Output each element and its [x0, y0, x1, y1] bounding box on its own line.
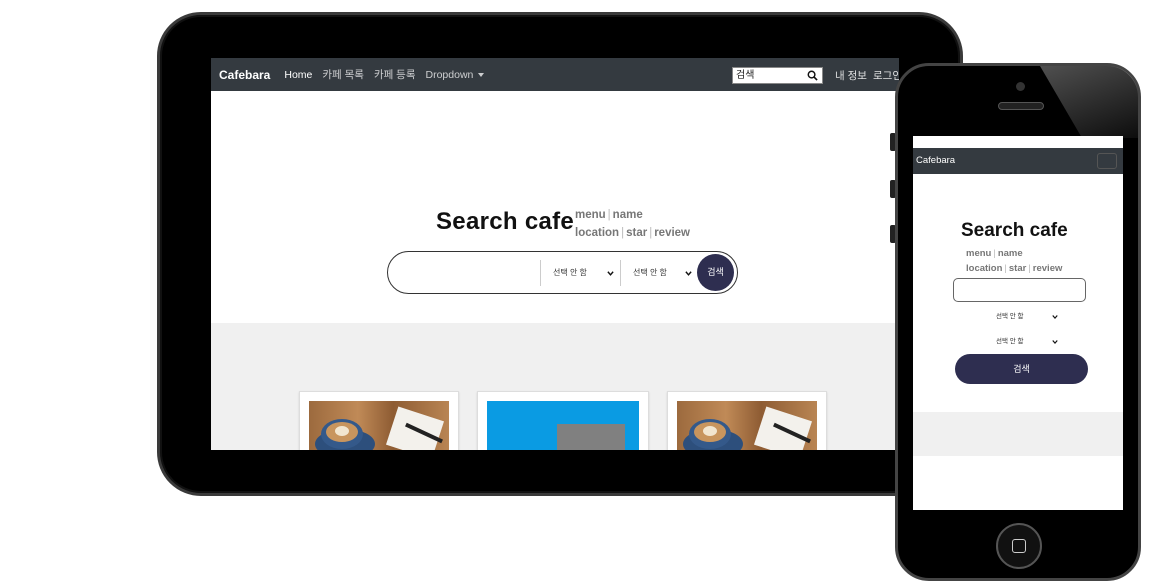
hint-review: review [654, 227, 691, 239]
hint-location: location [966, 263, 1003, 274]
cafe-card[interactable] [667, 391, 827, 450]
phone-speaker [998, 102, 1044, 110]
select-2-value: 선택 안 함 [996, 338, 1024, 345]
select-1-value: 선택 안 함 [996, 313, 1024, 320]
search-hint-line2: location | star | review [575, 227, 691, 239]
phone-home-button [996, 523, 1042, 569]
tablet-screen: Cafebara Home 카페 목록 카페 등록 Dropdown 검색 내 … [211, 58, 899, 450]
nav-link-cafe-register[interactable]: 카페 등록 [374, 67, 416, 82]
navbar: Cafebara Home 카페 목록 카페 등록 Dropdown 검색 내 … [211, 58, 899, 91]
chevron-down-icon [1052, 340, 1058, 345]
mobile-cafe-list-section [913, 412, 1123, 456]
hint-star: star [1008, 263, 1027, 274]
hint-menu: menu [575, 209, 606, 221]
hint-name: name [612, 209, 643, 221]
brand-logo[interactable]: Cafebara [219, 68, 270, 82]
mobile-brand-logo[interactable]: Cafebara [916, 155, 955, 166]
nav-search-value: 검색 [736, 70, 755, 81]
search-select-1[interactable]: 선택 안 함 [540, 260, 620, 286]
mobile-navbar: Cafebara [913, 148, 1123, 174]
hint-name: name [997, 248, 1023, 259]
nav-dropdown-label: Dropdown [425, 68, 474, 81]
nav-link-home[interactable]: Home [284, 69, 312, 81]
caret-down-icon [478, 72, 485, 77]
mobile-search-select-1[interactable]: 선택 안 함 [996, 310, 1066, 324]
search-select-2[interactable]: 선택 안 함 [620, 260, 698, 286]
search-bar[interactable]: 선택 안 함 선택 안 함 검색 [387, 251, 738, 294]
chevron-down-icon [1052, 315, 1058, 320]
hero-title: Search cafe [436, 208, 575, 235]
hint-location: location [575, 227, 620, 239]
hint-star: star [626, 227, 648, 239]
chevron-down-icon [607, 271, 614, 276]
mobile-hero-title: Search cafe [961, 220, 1068, 241]
coffee-photo [677, 401, 817, 450]
nav-link-login[interactable]: 로그인 [873, 68, 899, 83]
nav-dropdown[interactable]: Dropdown [426, 69, 485, 81]
select-2-value: 선택 안 함 [633, 268, 667, 277]
select-1-value: 선택 안 함 [553, 268, 587, 277]
search-submit-button[interactable]: 검색 [697, 254, 734, 291]
coffee-photo [309, 401, 449, 450]
mobile-search-hint-line2: location | star | review [966, 263, 1063, 274]
phone-screen: Cafebara Search cafe menu | name location |… [913, 136, 1123, 510]
mobile-search-hint-line1: menu | name [966, 248, 1023, 259]
nav-link-my-info[interactable]: 내 정보 [835, 68, 867, 83]
mobile-search-input[interactable] [953, 278, 1086, 302]
placeholder-image [487, 401, 639, 450]
phone-camera [1016, 82, 1025, 91]
mobile-search-submit-button[interactable]: 검색 [955, 354, 1088, 384]
nav-link-cafe-list[interactable]: 카페 목록 [322, 67, 364, 82]
hint-menu: menu [966, 248, 992, 259]
chevron-down-icon [685, 271, 692, 276]
mobile-search-select-2[interactable]: 선택 안 함 [996, 335, 1066, 349]
hint-review: review [1032, 263, 1063, 274]
search-icon[interactable] [807, 70, 818, 81]
device-mockup: Cafebara Home 카페 목록 카페 등록 Dropdown 검색 내 … [0, 0, 1158, 586]
search-hint-line1: menu | name [575, 209, 643, 221]
cafe-card[interactable] [299, 391, 459, 450]
nav-search-input[interactable]: 검색 [732, 67, 823, 84]
cafe-card[interactable] [477, 391, 649, 450]
hamburger-menu-icon[interactable] [1097, 153, 1117, 169]
